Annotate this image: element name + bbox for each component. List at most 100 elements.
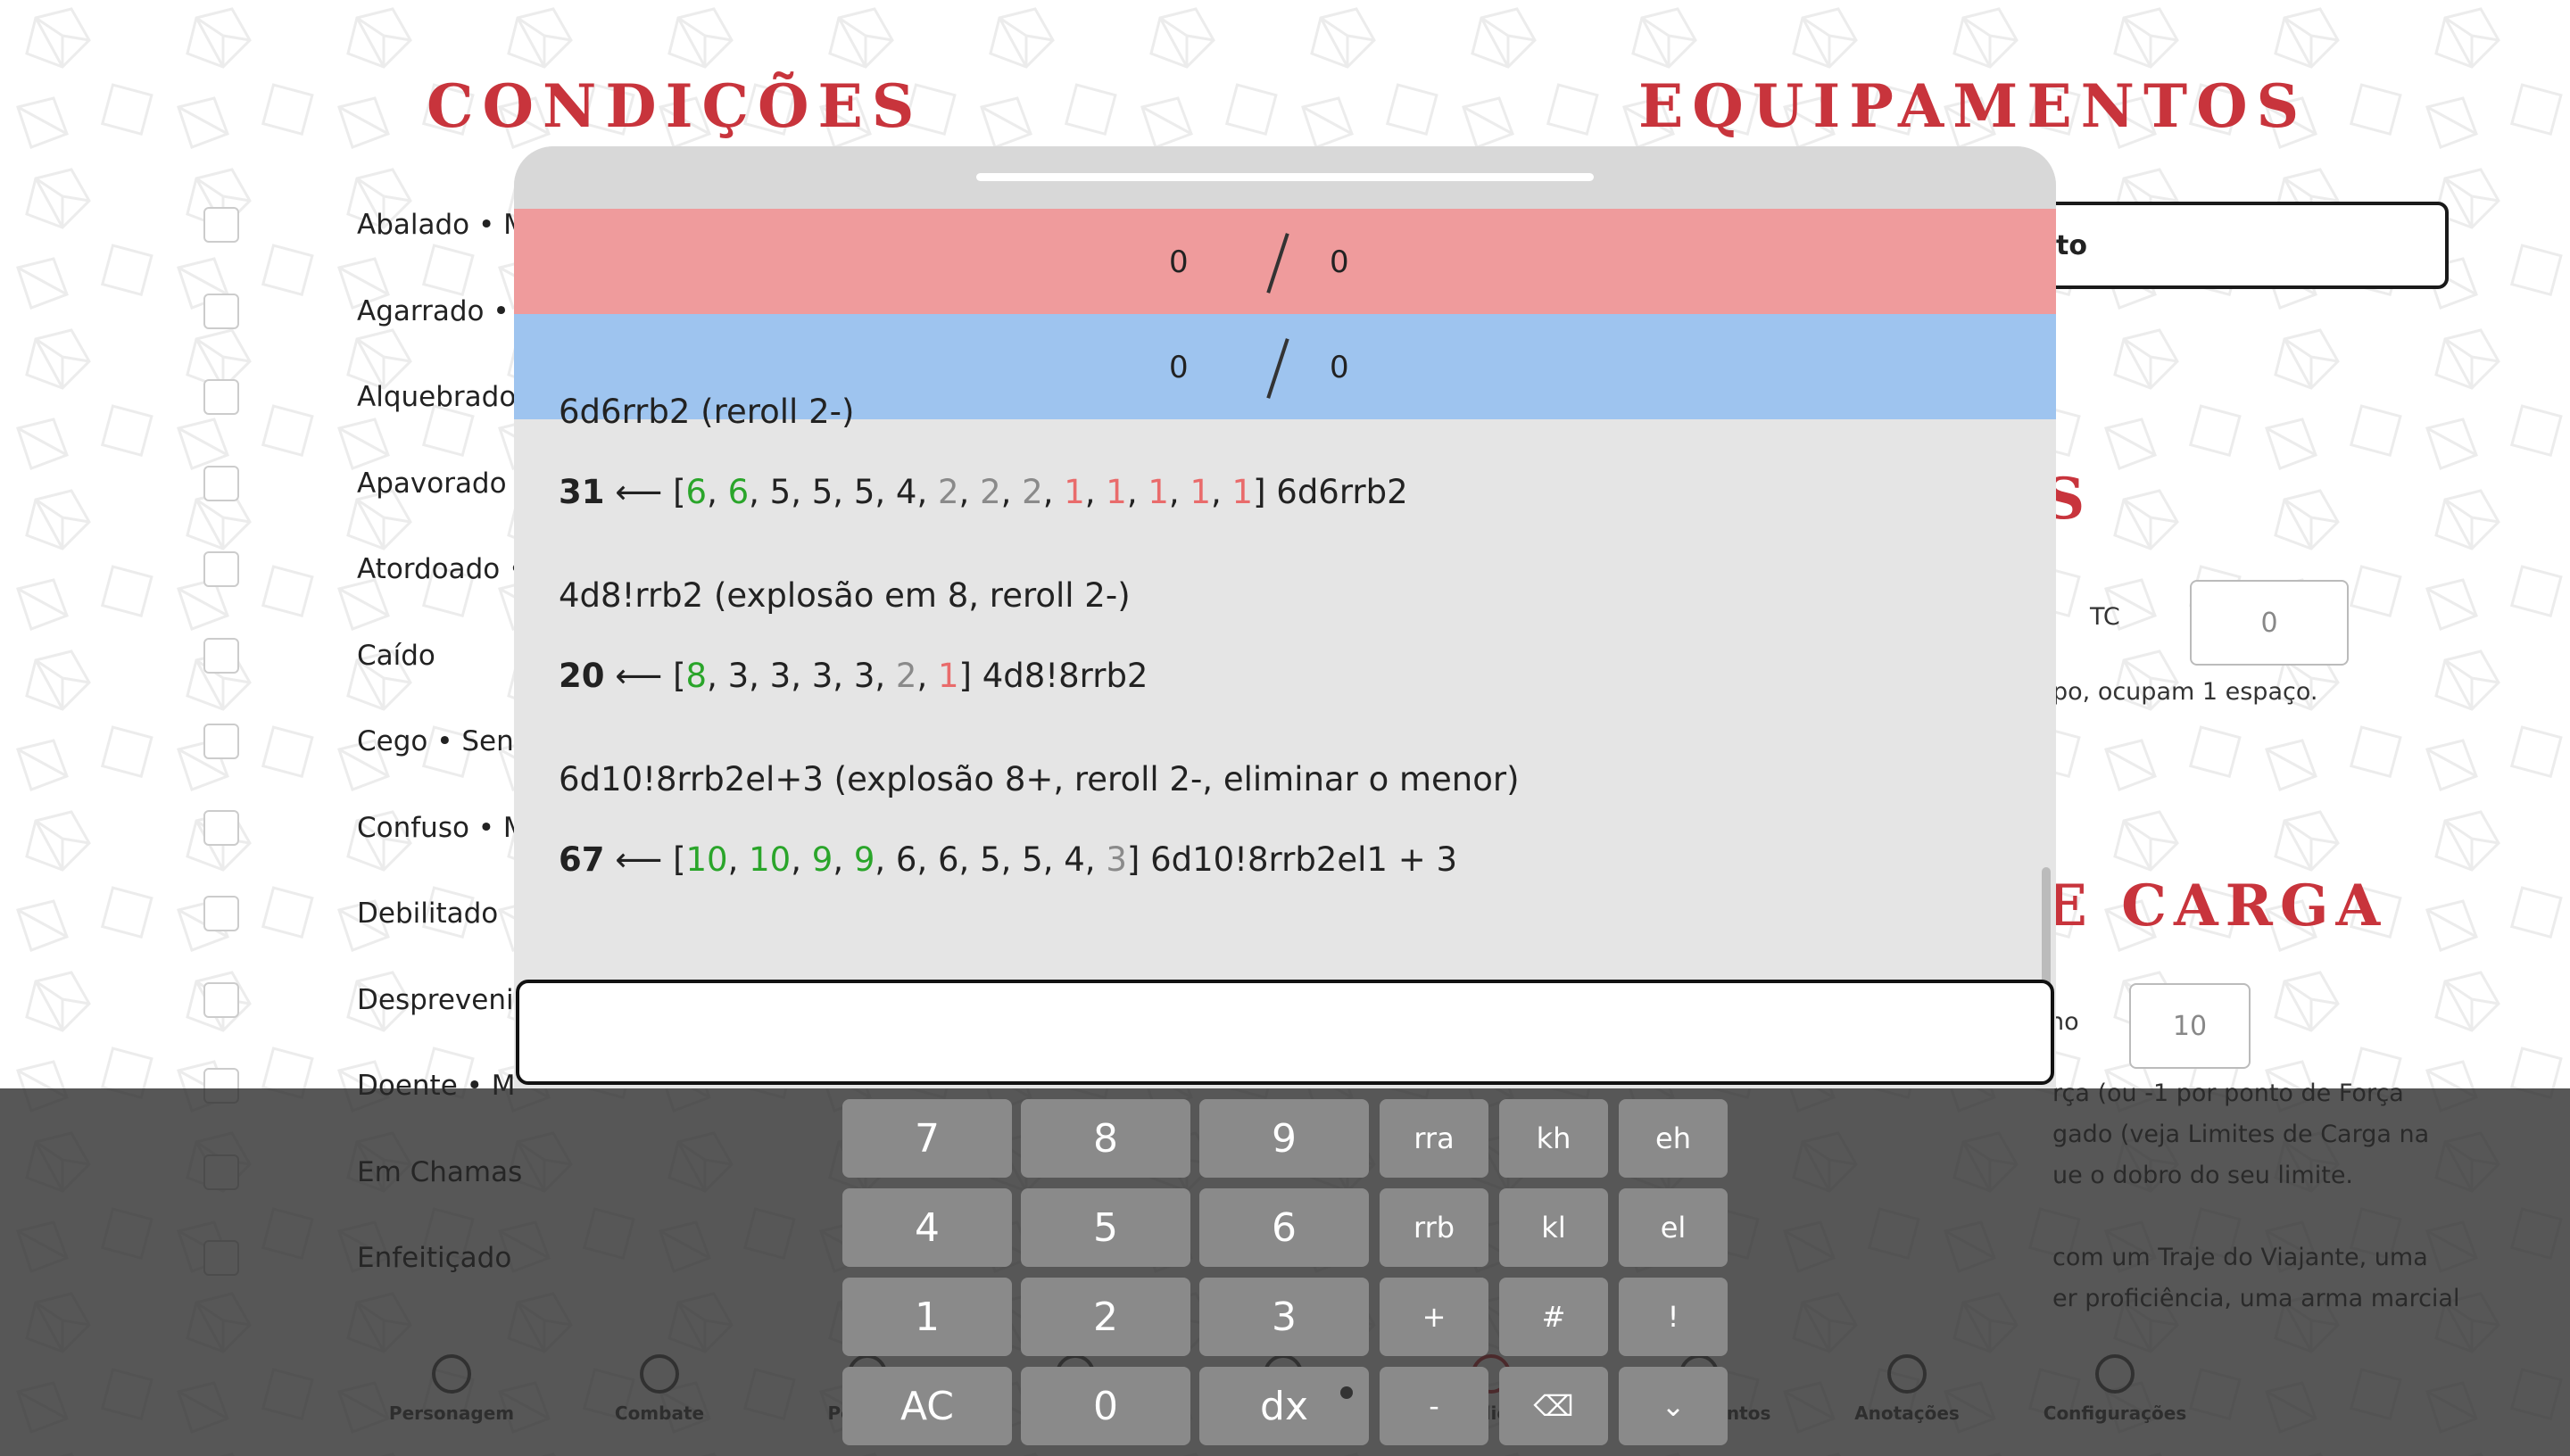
dice-expression-input[interactable] — [516, 980, 2054, 1085]
die-value: 5 — [853, 473, 875, 511]
condition-checkbox[interactable] — [203, 293, 239, 329]
hp-row: 0 0 — [514, 209, 2056, 314]
die-value: 6 — [938, 840, 959, 879]
condition-checkbox[interactable] — [203, 809, 239, 846]
condition-row[interactable]: Abalado • M — [203, 198, 527, 252]
condition-label: Apavorado — [357, 467, 507, 500]
dice-roller-modal: 0 0 0 0 6d6rrb2 (reroll 2-) 31 ⟵ [6, 6, 5… — [514, 146, 2056, 1088]
roll-description: 6d10!8rrb2el+3 (explosão 8+, reroll 2-, … — [559, 760, 1520, 798]
key-dice[interactable]: 2 — [1021, 1278, 1190, 1356]
mp-current[interactable]: 0 — [1169, 350, 1189, 385]
key-backspace[interactable]: ⌫ — [1499, 1367, 1608, 1445]
condition-checkbox[interactable] — [203, 724, 239, 759]
condition-checkbox[interactable] — [203, 896, 239, 931]
key-dice[interactable]: eh — [1619, 1099, 1728, 1178]
die-value: 3 — [727, 657, 750, 695]
die-value: 3 — [769, 657, 792, 695]
key-dice[interactable]: 8 — [1021, 1099, 1190, 1178]
condition-row[interactable]: Cego • Sen — [203, 715, 514, 768]
key-dice[interactable]: kl — [1499, 1188, 1608, 1267]
die-value: 1 — [1190, 473, 1211, 511]
condition-row[interactable]: Agarrado • — [203, 285, 510, 338]
tc-label: TC — [2090, 603, 2120, 631]
condition-label: Atordoado • — [357, 553, 526, 585]
mp-max[interactable]: 0 — [1330, 350, 1349, 385]
die-value: 9 — [811, 840, 833, 879]
die-value: 2 — [937, 473, 959, 511]
space-note: po, ocupam 1 espaço. — [2052, 678, 2318, 706]
die-value: 9 — [853, 840, 875, 879]
die-value: 5 — [811, 473, 833, 511]
key-dice[interactable]: # — [1499, 1278, 1608, 1356]
key-dice[interactable]: 6 — [1199, 1188, 1369, 1267]
hp-max[interactable]: 0 — [1330, 244, 1349, 280]
die-value: 2 — [895, 657, 917, 695]
die-value: 1 — [1106, 473, 1127, 511]
load-title: E Carga — [2044, 873, 2388, 939]
condition-row[interactable]: Debilitado — [203, 887, 498, 940]
key-dice[interactable]: kh — [1499, 1099, 1608, 1178]
load-input[interactable]: 10 — [2129, 983, 2251, 1069]
roll-description: 6d6rrb2 (reroll 2-) — [559, 393, 855, 431]
die-value: 1 — [937, 657, 959, 695]
condition-row[interactable]: Alquebrado — [203, 370, 516, 424]
roll-result: 20 ⟵ [8, 3, 3, 3, 3, 2, 1] 4d8!8rrb2 — [559, 657, 1148, 695]
key-hide-keyboard[interactable]: ⌄ — [1619, 1367, 1728, 1445]
roll-expression: 6d6rrb2 — [1276, 473, 1408, 511]
modal-drag-handle[interactable] — [976, 173, 1594, 181]
tc-input[interactable]: 0 — [2190, 580, 2349, 666]
key-dice[interactable]: rrb — [1380, 1188, 1488, 1267]
condition-checkbox[interactable] — [203, 551, 239, 587]
condition-row[interactable]: Desprevenid — [203, 973, 531, 1027]
key-dice[interactable]: el — [1619, 1188, 1728, 1267]
condition-label: Caído — [357, 639, 435, 672]
key-dice[interactable]: 1 — [842, 1278, 1012, 1356]
roll-expression: 6d10!8rrb2el1 + 3 — [1150, 840, 1457, 879]
condition-row[interactable]: Caído — [203, 629, 435, 682]
key-dice[interactable]: 3 — [1199, 1278, 1369, 1356]
key-dice[interactable]: AC — [842, 1367, 1012, 1445]
key-dice[interactable]: 0 — [1021, 1367, 1190, 1445]
key-dice[interactable]: rra — [1380, 1099, 1488, 1178]
die-value: 5 — [769, 473, 792, 511]
key-dice[interactable]: ! — [1619, 1278, 1728, 1356]
condition-label: Agarrado • — [357, 294, 510, 327]
condition-checkbox[interactable] — [203, 981, 239, 1018]
die-value: 2 — [1022, 473, 1043, 511]
key-dice[interactable]: 4 — [842, 1188, 1012, 1267]
condition-row[interactable]: Confuso • M — [203, 801, 527, 855]
equipment-title: Equipamentos — [1638, 71, 2309, 141]
roll-total: 31 — [559, 473, 605, 511]
condition-row[interactable]: Apavorado — [203, 457, 507, 510]
die-value: 10 — [685, 840, 728, 879]
die-value: 3 — [853, 657, 875, 695]
hp-divider — [1266, 233, 1289, 294]
hp-current[interactable]: 0 — [1169, 244, 1189, 280]
modal-drag-area[interactable] — [514, 146, 2056, 209]
die-value: 6 — [685, 473, 708, 511]
die-value: 5 — [980, 840, 1001, 879]
key-dice[interactable]: 9 — [1199, 1099, 1369, 1178]
condition-label: Desprevenid — [357, 983, 532, 1016]
key-dice[interactable]: 5 — [1021, 1188, 1190, 1267]
key-dice[interactable]: 7 — [842, 1099, 1012, 1178]
condition-label: Debilitado — [357, 898, 499, 930]
die-value: 10 — [749, 840, 792, 879]
condition-label: Alquebrado — [357, 381, 517, 413]
die-value: 6 — [727, 473, 750, 511]
condition-checkbox[interactable] — [203, 637, 239, 674]
condition-checkbox[interactable] — [203, 465, 239, 501]
key-dice[interactable]: dx — [1199, 1367, 1369, 1445]
key-dice[interactable]: + — [1380, 1278, 1488, 1356]
die-value: 5 — [1022, 840, 1043, 879]
roll-expression: 4d8!8rrb2 — [982, 657, 1148, 695]
key-dice[interactable]: - — [1380, 1367, 1488, 1445]
roll-total: 20 — [559, 657, 605, 695]
condition-row[interactable]: Atordoado • — [203, 542, 525, 596]
condition-checkbox[interactable] — [203, 379, 239, 415]
roll-result: 31 ⟵ [6, 6, 5, 5, 5, 4, 2, 2, 2, 1, 1, 1… — [559, 473, 1408, 511]
die-value: 1 — [1148, 473, 1169, 511]
condition-checkbox[interactable] — [203, 207, 239, 243]
conditions-title: Condições — [427, 71, 924, 141]
roll-arrow: ⟵ — [615, 840, 663, 879]
